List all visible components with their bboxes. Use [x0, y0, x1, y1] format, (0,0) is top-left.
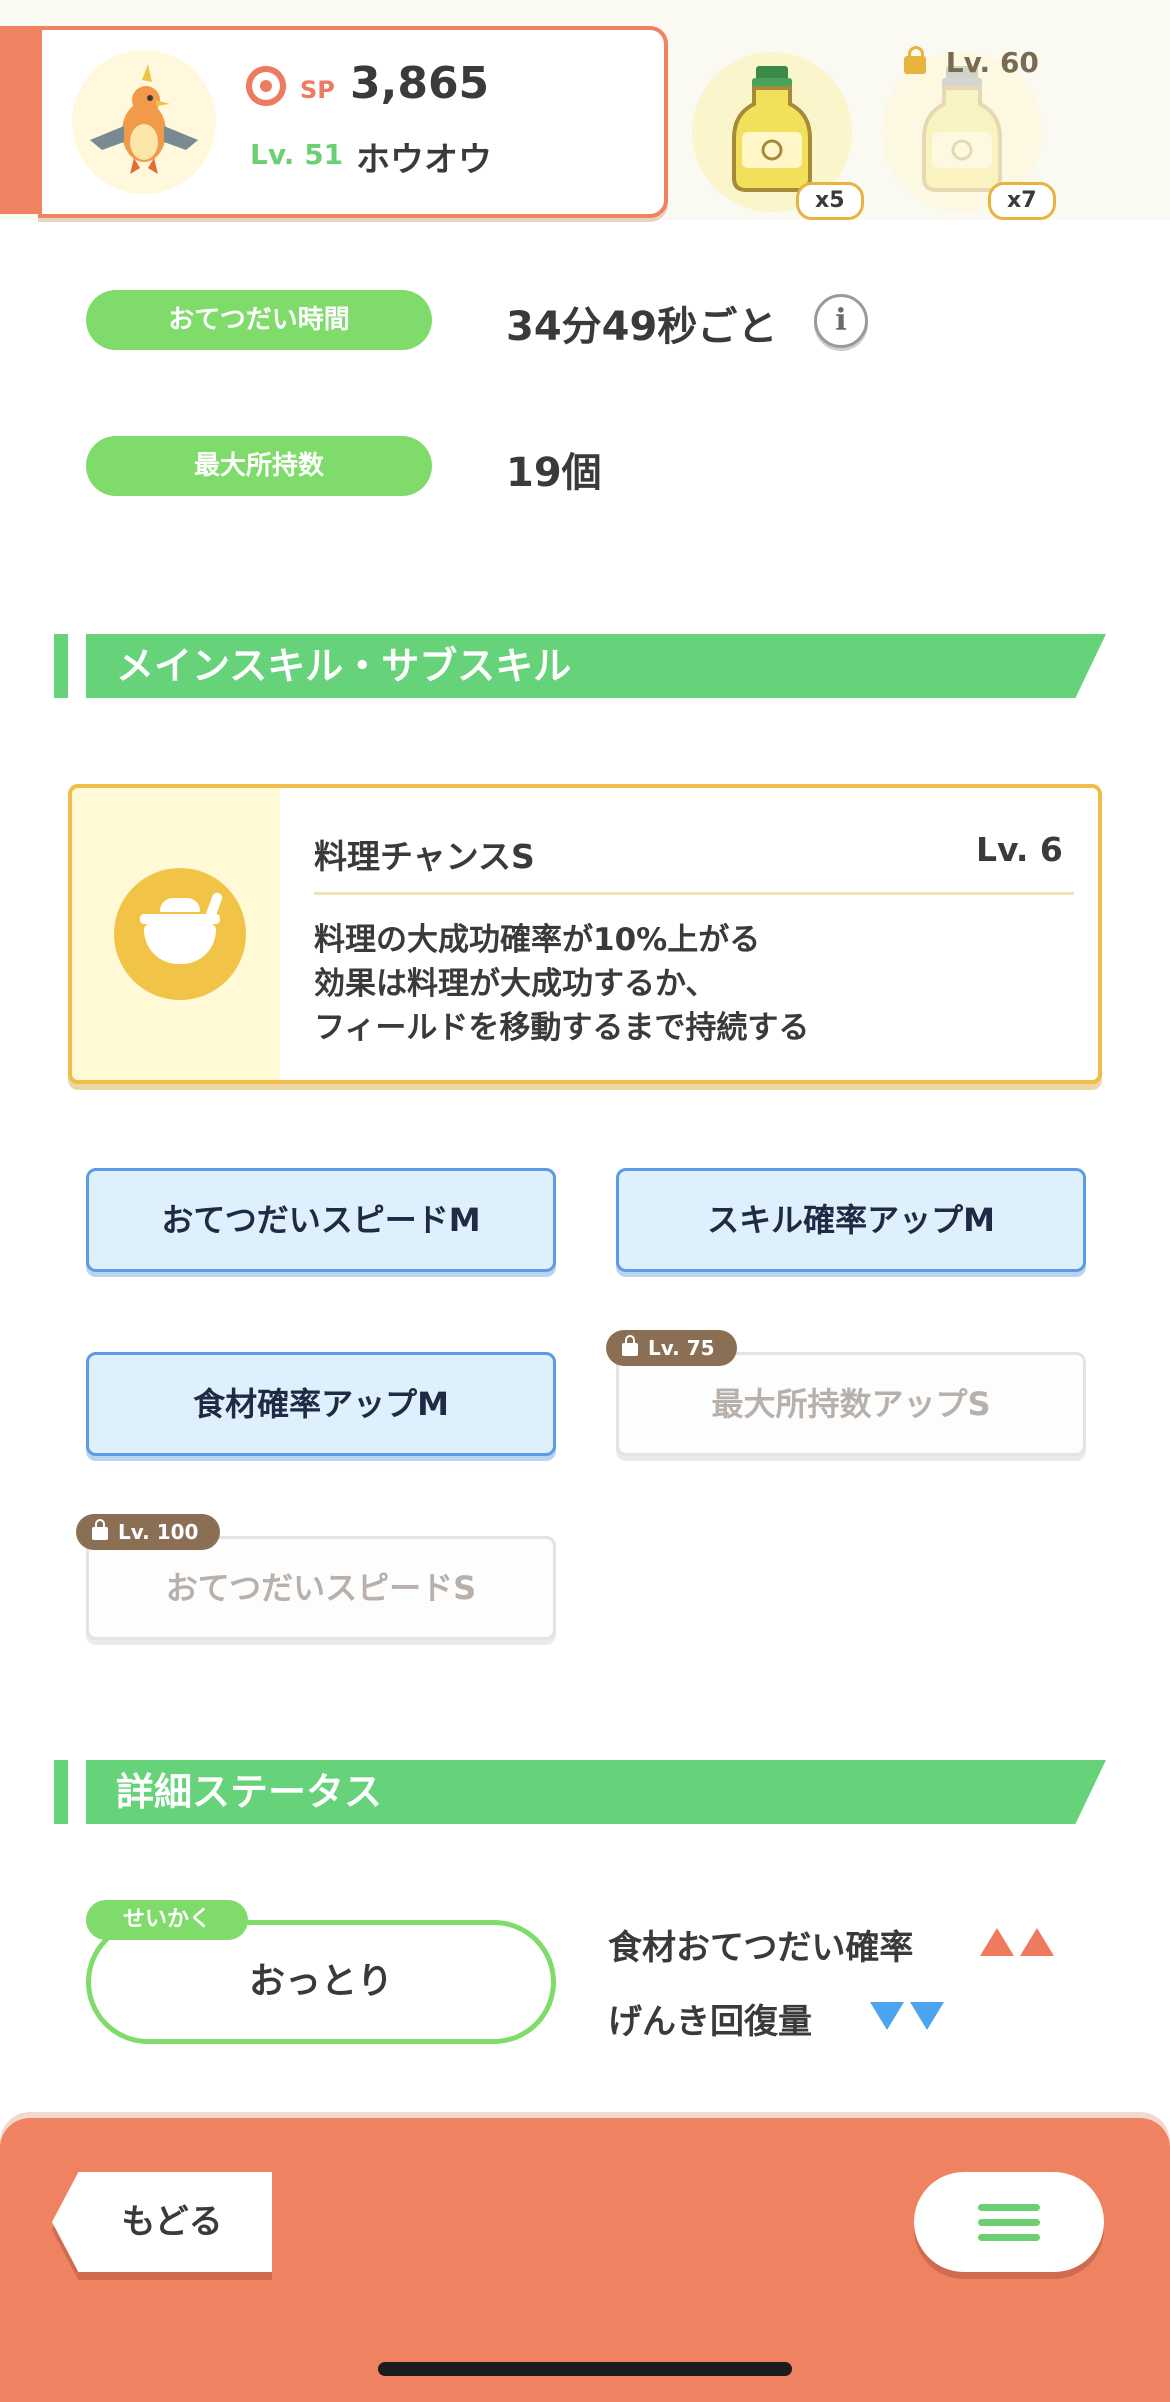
- pokemon-avatar: [72, 50, 216, 194]
- nature-tag: せいかく: [86, 1900, 248, 1940]
- help-time-value: 34分49秒ごと: [506, 304, 778, 350]
- arrow-up-icon: [1020, 1928, 1054, 1956]
- section-marker: [54, 634, 68, 698]
- sub-skill-5-lock-badge: Lv. 100: [76, 1514, 221, 1550]
- pokemon-level: Lv. 51: [250, 138, 344, 171]
- main-skill-card[interactable]: 料理チャンスS Lv. 6 料理の大成功確率が10%上がる 効果は料理が大成功す…: [68, 784, 1102, 1084]
- help-time-label: おてつだい時間: [86, 290, 432, 350]
- main-skill-icon-panel: [72, 788, 280, 1080]
- divider: [314, 892, 1074, 895]
- lock-level-text: Lv. 75: [648, 1336, 715, 1360]
- lock-level-text: Lv. 100: [118, 1520, 199, 1544]
- sp-ball-icon: [246, 66, 286, 106]
- sub-skill-2[interactable]: スキル確率アップM: [616, 1168, 1086, 1272]
- sub-skill-4[interactable]: 最大所持数アップS: [616, 1352, 1086, 1456]
- item-lock-level: Lv. 60: [904, 46, 1039, 79]
- menu-icon: [978, 2204, 1040, 2211]
- home-indicator[interactable]: [378, 2362, 792, 2376]
- arrow-down-icon: [910, 2002, 944, 2030]
- section-marker: [54, 1760, 68, 1824]
- lock-icon: [622, 1335, 638, 1356]
- menu-button[interactable]: [914, 2172, 1104, 2272]
- sub-skill-4-lock-badge: Lv. 75: [606, 1330, 737, 1366]
- back-button[interactable]: もどる: [52, 2172, 272, 2272]
- main-skill-level: Lv. 6: [976, 830, 1063, 869]
- main-skill-name: 料理チャンスS: [314, 837, 535, 876]
- sub-skill-5[interactable]: おてつだいスピードS: [86, 1536, 556, 1640]
- skills-section-title: メインスキル・サブスキル: [86, 634, 1106, 698]
- pokemon-name: ホウオウ: [356, 140, 492, 180]
- lock-icon: [904, 46, 926, 74]
- lock-icon: [92, 1519, 108, 1540]
- sub-skill-3[interactable]: 食材確率アップM: [86, 1352, 556, 1456]
- arrow-up-icon: [980, 1928, 1014, 1956]
- cooking-pot-icon: [114, 868, 246, 1000]
- nature-effect-up-label: 食材おてつだい確率: [608, 1928, 914, 1968]
- sp-label: SP: [300, 76, 335, 104]
- max-carry-label: 最大所持数: [86, 436, 432, 496]
- arrow-down-icon: [870, 2002, 904, 2030]
- nature-effect-down-label: げんき回復量: [608, 2002, 812, 2042]
- item-count-badge: x7: [988, 182, 1056, 220]
- max-carry-value: 19個: [506, 450, 602, 496]
- ho-oh-icon: [90, 64, 198, 174]
- main-skill-description: 料理の大成功確率が10%上がる 効果は料理が大成功するか、 フィールドを移動する…: [314, 922, 810, 1046]
- status-section-title: 詳細ステータス: [86, 1760, 1106, 1824]
- info-icon[interactable]: i: [814, 294, 868, 348]
- item-lock-level-text: Lv. 60: [945, 46, 1039, 79]
- sp-value: 3,865: [350, 58, 490, 109]
- item-count-badge: x5: [796, 182, 864, 220]
- sub-skill-1[interactable]: おてつだいスピードM: [86, 1168, 556, 1272]
